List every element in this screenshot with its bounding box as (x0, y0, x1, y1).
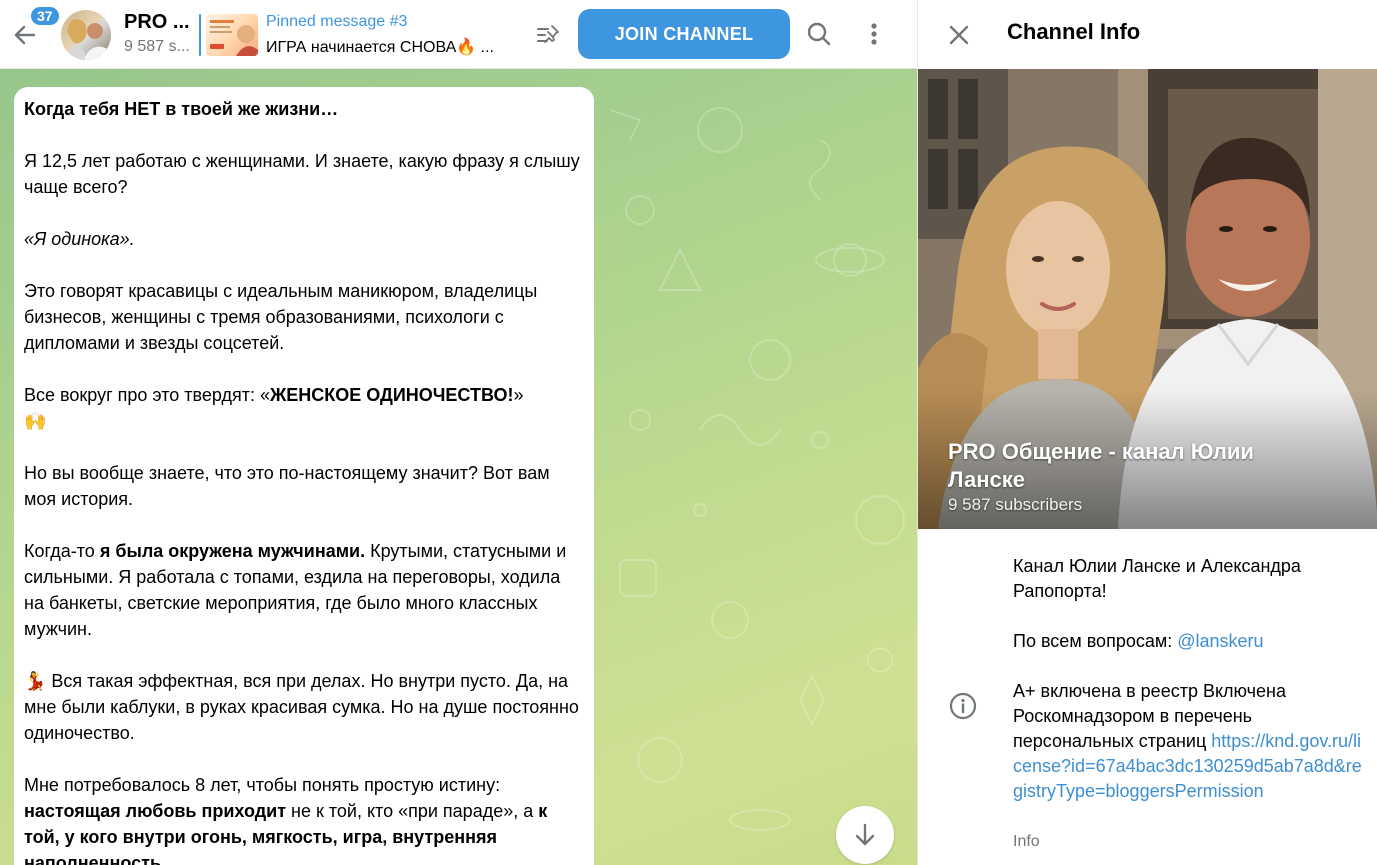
unread-count-badge: 37 (29, 5, 61, 27)
description-line: Канал Юлии Ланске и Александра Рапопорта… (1013, 556, 1301, 601)
message-paragraph: Но вы вообще знаете, что это по-настояще… (24, 463, 550, 509)
message-paragraph: Когда-то я была окружена мужчинами. Крут… (24, 538, 584, 642)
message-paragraph: Мне потребовалось 8 лет, чтобы понять пр… (24, 772, 584, 865)
vertical-dots-icon (871, 23, 877, 45)
username-link[interactable]: @lanskeru (1177, 631, 1263, 651)
registry-info[interactable]: А+ включена в реестр Включена Роскомнадз… (1013, 679, 1363, 804)
message-paragraph: Это говорят красавицы с идеальным маникю… (24, 281, 538, 353)
channel-description: Канал Юлии Ланске и Александра Рапопорта… (1013, 554, 1363, 679)
channel-avatar[interactable] (61, 10, 111, 60)
message-paragraph: Все вокруг про это твердят: «ЖЕНСКОЕ ОДИ… (24, 382, 584, 434)
pinned-list-button[interactable] (533, 20, 563, 50)
join-channel-button[interactable]: JOIN CHANNEL (578, 9, 790, 59)
message-bold-text: ЖЕНСКОЕ ОДИНОЧЕСТВО! (269, 385, 514, 405)
info-panel-title: Channel Info (1007, 19, 1141, 44)
chat-column: 37 PRO ... 9 587 s... Pinned message #3 … (0, 0, 917, 865)
info-circle-icon (948, 691, 978, 721)
channel-info-panel: Channel Info PRO Общение - канал Юлии Ла… (917, 0, 1377, 865)
arrow-down-icon (855, 823, 875, 846)
channel-subscriber-count: 9 587 subscribers (948, 495, 1083, 514)
raised-hands-emoji: 🙌 (24, 411, 47, 431)
channel-title[interactable]: PRO ... (124, 11, 190, 34)
chat-header: 37 PRO ... 9 587 s... Pinned message #3 … (0, 0, 917, 69)
pinned-list-icon (537, 25, 559, 43)
channel-full-name: PRO Общение - канал Юлии Ланске (948, 439, 1254, 492)
channel-photo[interactable]: PRO Общение - канал Юлии Ланске 9 587 su… (918, 69, 1377, 529)
close-icon (949, 25, 969, 45)
info-panel-header: Channel Info (918, 0, 1377, 69)
description-line: По всем вопросам: @lanskeru (1013, 629, 1363, 654)
pinned-divider (199, 14, 201, 56)
more-options-button[interactable] (860, 19, 888, 49)
pinned-message-thumbnail[interactable] (206, 14, 258, 56)
message-title: Когда тебя НЕТ в твоей же жизни… (24, 99, 339, 119)
message-quote: «Я одинока». (24, 229, 135, 249)
message-text: Мне потребовалось 8 лет, чтобы понять пр… (24, 775, 501, 795)
message-bold-text: настоящая любовь приходит (24, 801, 287, 821)
info-caption: Info (1013, 833, 1040, 850)
scroll-to-bottom-button[interactable] (836, 806, 894, 864)
message-paragraph: 💃 Вся такая эффектная, вся при делах. Но… (24, 668, 584, 746)
message-text: не к той, кто «при параде», а (286, 801, 539, 821)
message-text: Когда-то (24, 541, 100, 561)
close-info-button[interactable] (946, 22, 972, 48)
channel-subscribers-short: 9 587 s... (124, 38, 190, 55)
pinned-message-label[interactable]: Pinned message #3 (266, 13, 407, 31)
message-text: Все вокруг про это твердят: « (24, 385, 270, 405)
message-bubble[interactable]: Когда тебя НЕТ в твоей же жизни… Я 12,5 … (14, 87, 594, 865)
dancer-emoji: 💃 (24, 671, 47, 691)
message-text: Вся такая эффектная, вся при делах. Но в… (24, 671, 579, 743)
message-text: » (513, 385, 524, 405)
search-button[interactable] (804, 19, 834, 49)
message-paragraph: Я 12,5 лет работаю с женщинами. И знаете… (24, 151, 580, 197)
search-icon (807, 22, 831, 46)
message-bold-text: я была окружена мужчинами. (99, 541, 366, 561)
description-text: По всем вопросам: (1013, 631, 1178, 651)
pinned-message-text[interactable]: ИГРА начинается СНОВА🔥 ... (266, 37, 494, 57)
